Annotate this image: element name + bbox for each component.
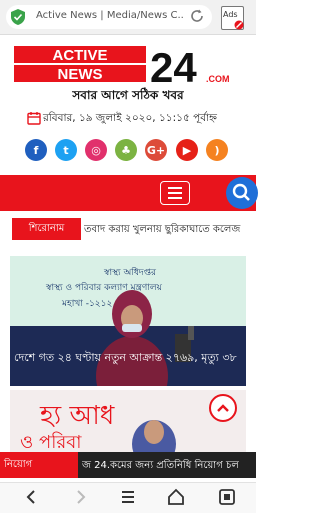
youtube-icon[interactable]: ▶ [176,139,198,161]
twitter-icon[interactable]: t [55,139,77,161]
forward-icon[interactable] [70,487,90,507]
bottom-ticker-text[interactable]: জ 24.কমের জন্য প্রতিনিধি নিয়োগ চল [82,458,256,475]
instagram-icon[interactable]: ◎ [85,139,107,161]
search-button[interactable] [226,177,258,209]
facebook-icon[interactable]: f [25,139,47,161]
url-text[interactable]: Active News | Media/News C... [36,10,184,21]
chevron-up-icon [217,404,229,412]
headline-label: শিরোনাম [12,218,81,240]
search-icon [232,183,250,201]
home-icon[interactable] [166,487,186,507]
menu-toggle-button[interactable] [160,181,190,205]
svg-text:ACTIVE: ACTIVE [52,47,107,64]
block-badge-icon [234,20,244,30]
google-plus-icon[interactable]: G+ [145,139,167,161]
news-card[interactable]: স্বাস্থ্য অধিদপ্তর স্বাস্থ্য ও পরিবার কল… [10,256,246,386]
reload-icon[interactable] [189,8,205,24]
secure-shield-icon [11,9,25,25]
scroll-to-top-button[interactable] [209,394,237,422]
android-icon[interactable]: ♣ [115,139,137,161]
svg-text:24: 24 [150,44,197,91]
tabs-icon[interactable] [217,487,237,507]
back-icon[interactable] [22,487,42,507]
rss-icon[interactable]: ) [206,139,228,161]
svg-text:NEWS: NEWS [58,66,103,83]
svg-text:হ্য আধ: হ্য আধ [39,401,115,431]
current-date: রবিবার, ১৯ জুলাই ২০২০, ১১:১৫ পূর্বাহ্ন [43,112,217,124]
calendar-icon [27,112,41,125]
svg-text:সবার আগে সঠিক খবর: সবার আগে সঠিক খবর [71,87,184,102]
bottom-ticker-label: নিয়োগ [0,452,78,478]
site-logo[interactable]: ACTIVE NEWS 24 .COM সবার আগে সঠিক খবর [14,44,242,102]
svg-text:.COM: .COM [206,74,230,84]
headline-ticker-text[interactable]: তবাদ করায় খুলনায় ছুরিকাঘাতে কলেজ [84,222,252,239]
news-card-title[interactable]: দেশে গত ২৪ ঘণ্টায় নতুন আক্রান্ত ২৭৬৯, ম… [14,350,242,366]
main-nav-bar [0,175,256,211]
svg-text:ও পরিবা: ও পরিবা [20,432,82,452]
ads-label: Ads [223,10,238,19]
menu-icon[interactable] [118,487,138,507]
news-photo [96,290,194,386]
